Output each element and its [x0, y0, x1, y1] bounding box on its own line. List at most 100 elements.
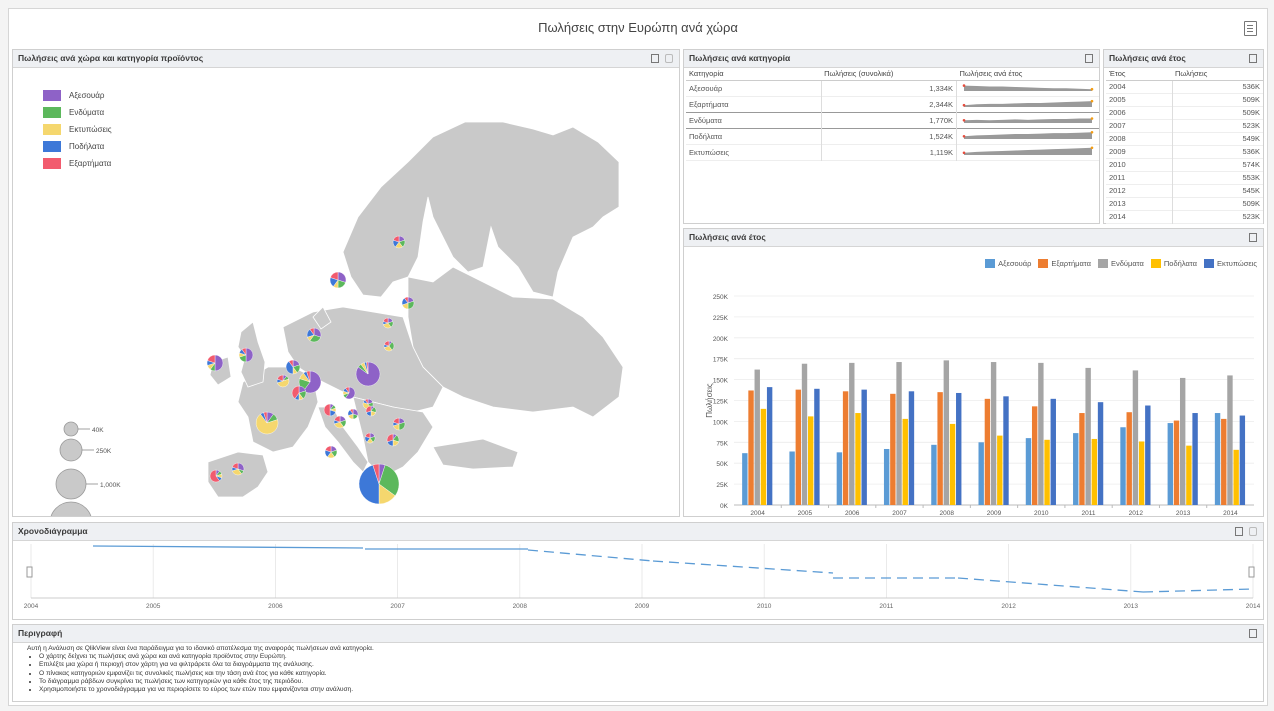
bar — [855, 413, 861, 505]
reset-icon[interactable] — [665, 54, 673, 63]
description-bullets: Ο χάρτης δείχνει τις πωλήσεις ανά χώρα κ… — [27, 653, 374, 694]
year-cell[interactable]: 2007 — [1106, 119, 1173, 133]
table-row[interactable]: 2006 509K — [1106, 106, 1263, 120]
bar-chart[interactable]: 0K 25K 50K 75K 100K 125K 150K 175K 200K 225K 250K Π… — [684, 246, 1263, 516]
table-row[interactable]: 2013 509K — [1106, 197, 1263, 211]
table-row[interactable]: 2008 549K — [1106, 132, 1263, 146]
timeline-tick-label: 2013 — [1124, 603, 1139, 610]
size-legend-circle — [55, 468, 87, 500]
x-tick-label: 2011 — [1082, 510, 1096, 516]
bar — [1214, 413, 1221, 505]
category-name[interactable]: Αξεσουάρ — [686, 80, 822, 97]
export-icon[interactable] — [1244, 21, 1257, 36]
timeline-tick-label: 2005 — [146, 603, 161, 610]
bar — [1167, 423, 1173, 505]
reset-icon[interactable] — [1249, 527, 1257, 536]
category-name[interactable]: Εκτυπώσεις — [686, 144, 822, 161]
table-row[interactable]: Εξαρτήματα 2,344K — [686, 96, 1099, 113]
category-name[interactable]: Ποδήλατα — [686, 128, 822, 145]
year-cell[interactable]: 2011 — [1106, 171, 1173, 185]
description-bullet: Το διάγραμμα ράβδων συγκρίνει τις πωλήσε… — [39, 678, 374, 686]
category-name[interactable]: Εξαρτήματα — [686, 96, 822, 113]
map-panel-header: Πωλήσεις ανά χώρα και κατηγορία προϊόντο… — [13, 50, 679, 68]
bar — [1239, 415, 1246, 505]
year-table-panel-header: Πωλήσεις ανά έτος — [1104, 50, 1263, 68]
sparkline-area — [964, 85, 1092, 91]
table-row[interactable]: Ποδήλατα 1,524K — [686, 128, 1099, 145]
category-name[interactable]: Ενδύματα — [686, 112, 822, 129]
year-cell[interactable]: 2013 — [1106, 197, 1173, 211]
x-tick-label: 2012 — [1129, 510, 1144, 516]
table-row[interactable]: 2007 523K — [1106, 119, 1263, 133]
year-table[interactable]: Έτος Πωλήσεις 2004 536K 2005 509K 2006 509K 20… — [1106, 68, 1263, 224]
timeline-handle-left — [26, 566, 33, 578]
export-icon[interactable] — [1249, 54, 1257, 63]
table-row[interactable]: 2011 553K — [1106, 171, 1263, 185]
description-intro: Αυτή η Ανάλυση σε QlikView είναι ένα παρ… — [27, 645, 374, 652]
category-total: 2,344K — [821, 96, 958, 113]
x-tick-label: 2007 — [892, 510, 907, 516]
col-header[interactable]: Πωλήσεις — [1172, 68, 1263, 81]
year-cell[interactable]: 2009 — [1106, 145, 1173, 159]
description-bullet: Χρησιμοποιήστε το χρονοδιάγραμμα για να … — [39, 686, 374, 694]
category-table[interactable]: Κατηγορία Πωλήσεις (συνολικά) Πωλήσεις α… — [686, 68, 1099, 161]
timeline-tick-label: 2009 — [635, 603, 650, 610]
y-tick-label: 225K — [713, 315, 729, 322]
timeline-chart[interactable]: 2004 2005 2006 2007 2008 2009 2010 2011 2012 2013… — [13, 540, 1263, 619]
x-tick-label: 2010 — [1034, 510, 1049, 516]
table-row[interactable]: 2009 536K — [1106, 145, 1263, 159]
bar — [1227, 375, 1233, 505]
sparkline-end — [1090, 117, 1094, 120]
bar — [760, 408, 767, 505]
europe-map[interactable]: 40K250K1,000K2,000K — [13, 67, 679, 516]
year-cell[interactable]: 2008 — [1106, 132, 1173, 146]
timeline-segment — [652, 560, 834, 574]
year-cell[interactable]: 2010 — [1106, 158, 1173, 172]
sparkline — [962, 84, 1094, 91]
table-row[interactable]: Εκτυπώσεις 1,119K — [686, 144, 1099, 161]
year-cell[interactable]: 2012 — [1106, 184, 1173, 198]
export-icon[interactable] — [1235, 527, 1243, 536]
size-legend-label: 40K — [92, 427, 104, 434]
export-icon[interactable] — [1249, 233, 1257, 242]
x-tick-label: 2014 — [1223, 510, 1238, 516]
category-total: 1,524K — [821, 128, 958, 145]
table-row[interactable]: 2005 509K — [1106, 93, 1263, 107]
description-panel-header: Περιγραφή — [13, 625, 1263, 643]
timeline-tick-label: 2012 — [1001, 603, 1016, 610]
bar — [883, 448, 890, 505]
category-total: 1,770K — [821, 112, 958, 129]
year-cell[interactable]: 2014 — [1106, 210, 1173, 224]
table-row[interactable]: Ενδύματα 1,770K — [686, 112, 1099, 129]
col-header[interactable]: Πωλήσεις (συνολικά) — [821, 68, 957, 81]
bar — [861, 389, 867, 505]
export-icon[interactable] — [651, 54, 659, 63]
table-row[interactable]: 2012 545K — [1106, 184, 1263, 198]
y-tick-label: 25K — [716, 482, 728, 489]
sparkline-start — [962, 135, 966, 138]
table-row[interactable]: 2010 574K — [1106, 158, 1263, 172]
bar — [1097, 402, 1104, 505]
col-header[interactable]: Πωλήσεις ανά έτος — [956, 68, 1099, 81]
bar — [1025, 438, 1032, 505]
year-cell[interactable]: 2006 — [1106, 106, 1173, 120]
bar — [997, 435, 1003, 505]
sparkline-area — [964, 147, 1092, 155]
table-row[interactable]: 2004 536K — [1106, 80, 1263, 94]
category-total: 1,334K — [821, 80, 958, 97]
bar — [1221, 418, 1227, 505]
table-row[interactable]: 2014 523K — [1106, 210, 1263, 224]
bar — [1186, 445, 1192, 505]
sparkline-end — [1090, 146, 1094, 150]
col-header[interactable]: Κατηγορία — [686, 68, 822, 81]
bar — [896, 362, 902, 505]
year-cell[interactable]: 2004 — [1106, 80, 1173, 94]
col-header[interactable]: Έτος — [1106, 68, 1172, 81]
category-total: 1,119K — [821, 144, 958, 161]
export-icon[interactable] — [1249, 629, 1257, 638]
year-cell[interactable]: 2005 — [1106, 93, 1173, 107]
timeline-panel-header: Χρονοδιάγραμμα — [13, 523, 1263, 541]
table-row[interactable]: Αξεσουάρ 1,334K — [686, 80, 1099, 97]
map-region-turkey — [432, 438, 519, 470]
export-icon[interactable] — [1085, 54, 1093, 63]
